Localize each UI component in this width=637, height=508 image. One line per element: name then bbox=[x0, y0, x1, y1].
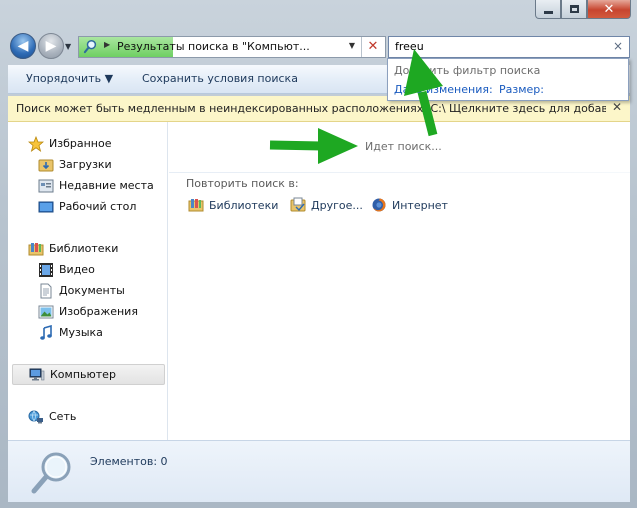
info-bar-close-button[interactable]: ✕ bbox=[612, 100, 622, 114]
address-bar[interactable]: ▶ Результаты поиска в "Компьют... ▼ ✕ bbox=[78, 36, 386, 58]
computer-icon bbox=[29, 367, 45, 383]
nav-downloads[interactable]: Загрузки bbox=[8, 154, 168, 175]
nav-recent-places-label: Недавние места bbox=[59, 179, 154, 192]
maximize-button[interactable] bbox=[561, 0, 587, 19]
nav-computer-label: Компьютер bbox=[50, 368, 116, 381]
nav-favorites[interactable]: Избранное bbox=[8, 133, 168, 154]
search-input[interactable]: freeu × bbox=[388, 36, 630, 58]
desktop-icon bbox=[38, 199, 54, 215]
nav-music-label: Музыка bbox=[59, 326, 103, 339]
forward-arrow-icon: ▶ bbox=[45, 38, 57, 54]
address-path[interactable]: Результаты поиска в "Компьют... bbox=[117, 40, 310, 53]
size-filter[interactable]: Размер: bbox=[499, 83, 544, 96]
nav-music[interactable]: Музыка bbox=[8, 322, 168, 343]
nav-favorites-label: Избранное bbox=[49, 137, 112, 150]
close-icon: ✕ bbox=[603, 1, 615, 17]
nav-documents-label: Документы bbox=[59, 284, 125, 297]
libraries-icon bbox=[28, 241, 44, 257]
repeat-in-other-label: Другое... bbox=[311, 198, 363, 212]
main-content: Избранное Загрузки Недавние места Рабочи… bbox=[8, 122, 630, 440]
nav-pictures-label: Изображения bbox=[59, 305, 138, 318]
details-pane: Элементов: 0 bbox=[8, 440, 630, 502]
results-pane: Идет поиск... Повторить поиск в: Библиот… bbox=[169, 122, 630, 440]
items-count: Элементов: 0 bbox=[90, 455, 168, 468]
address-dropdown[interactable]: ▼ bbox=[349, 41, 355, 50]
other-folder-icon bbox=[290, 197, 306, 213]
add-search-filter-label: Добавить фильтр поиска bbox=[394, 64, 541, 77]
nav-libraries-label: Библиотеки bbox=[49, 242, 119, 255]
explorer-window: ✕ ◀ ▶ ▼ ▶ Результаты поиска в "Компьют..… bbox=[0, 0, 637, 508]
back-button[interactable]: ◀ bbox=[10, 33, 36, 59]
minimize-button[interactable] bbox=[535, 0, 561, 19]
downloads-folder-icon bbox=[38, 157, 54, 173]
nav-documents[interactable]: Документы bbox=[8, 280, 168, 301]
network-icon bbox=[28, 409, 44, 425]
date-modified-filter[interactable]: Дата изменения: bbox=[394, 83, 493, 96]
nav-computer[interactable]: Компьютер bbox=[12, 364, 165, 385]
repeat-search-header: Повторить поиск в: bbox=[186, 177, 299, 190]
magnifier-icon bbox=[31, 452, 71, 494]
nav-downloads-label: Загрузки bbox=[59, 158, 112, 171]
firefox-icon bbox=[371, 197, 387, 213]
forward-button[interactable]: ▶ bbox=[38, 33, 64, 59]
search-status: Идет поиск... bbox=[365, 140, 442, 153]
repeat-in-libraries-label: Библиотеки bbox=[209, 198, 279, 212]
nav-network[interactable]: Сеть bbox=[8, 406, 168, 427]
star-icon bbox=[28, 135, 44, 152]
caption-buttons: ✕ bbox=[535, 0, 631, 20]
repeat-in-internet[interactable]: Интернет bbox=[371, 197, 448, 213]
address-separator bbox=[361, 37, 362, 57]
clear-search-button[interactable]: × bbox=[613, 39, 623, 53]
repeat-in-internet-label: Интернет bbox=[392, 198, 448, 212]
organize-button[interactable]: Упорядочить ▼ bbox=[26, 72, 113, 85]
stop-search-button[interactable]: ✕ bbox=[364, 38, 382, 56]
documents-icon bbox=[38, 283, 54, 299]
repeat-in-libraries[interactable]: Библиотеки bbox=[188, 197, 278, 213]
recent-places-icon bbox=[38, 178, 54, 194]
info-bar-message[interactable]: Поиск может быть медленным в неиндексиро… bbox=[16, 102, 606, 115]
recent-pages-dropdown[interactable]: ▼ bbox=[65, 42, 71, 51]
libraries-icon bbox=[188, 197, 204, 213]
repeat-divider bbox=[169, 172, 630, 173]
search-filter-dropdown: Добавить фильтр поиска Дата изменения: Р… bbox=[387, 58, 629, 101]
video-icon bbox=[38, 262, 54, 278]
nav-pictures[interactable]: Изображения bbox=[8, 301, 168, 322]
close-button[interactable]: ✕ bbox=[587, 0, 631, 19]
maximize-icon bbox=[569, 5, 579, 13]
navigation-pane: Избранное Загрузки Недавние места Рабочи… bbox=[8, 122, 168, 440]
breadcrumb-arrow-icon[interactable]: ▶ bbox=[104, 40, 110, 49]
save-search-button[interactable]: Сохранить условия поиска bbox=[142, 72, 298, 85]
nav-network-label: Сеть bbox=[49, 410, 77, 423]
music-icon bbox=[38, 324, 54, 341]
search-query[interactable]: freeu bbox=[395, 40, 424, 53]
navigation-row: ◀ ▶ ▼ ▶ Результаты поиска в "Компьют... … bbox=[8, 31, 630, 61]
nav-desktop-label: Рабочий стол bbox=[59, 200, 137, 213]
pictures-icon bbox=[38, 304, 54, 320]
search-results-icon bbox=[83, 39, 97, 54]
nav-desktop[interactable]: Рабочий стол bbox=[8, 196, 168, 217]
minimize-icon bbox=[543, 10, 553, 14]
repeat-in-other[interactable]: Другое... bbox=[290, 197, 363, 213]
nav-libraries[interactable]: Библиотеки bbox=[8, 238, 168, 259]
nav-video-label: Видео bbox=[59, 263, 95, 276]
nav-recent-places[interactable]: Недавние места bbox=[8, 175, 168, 196]
nav-video[interactable]: Видео bbox=[8, 259, 168, 280]
back-arrow-icon: ◀ bbox=[17, 38, 29, 54]
